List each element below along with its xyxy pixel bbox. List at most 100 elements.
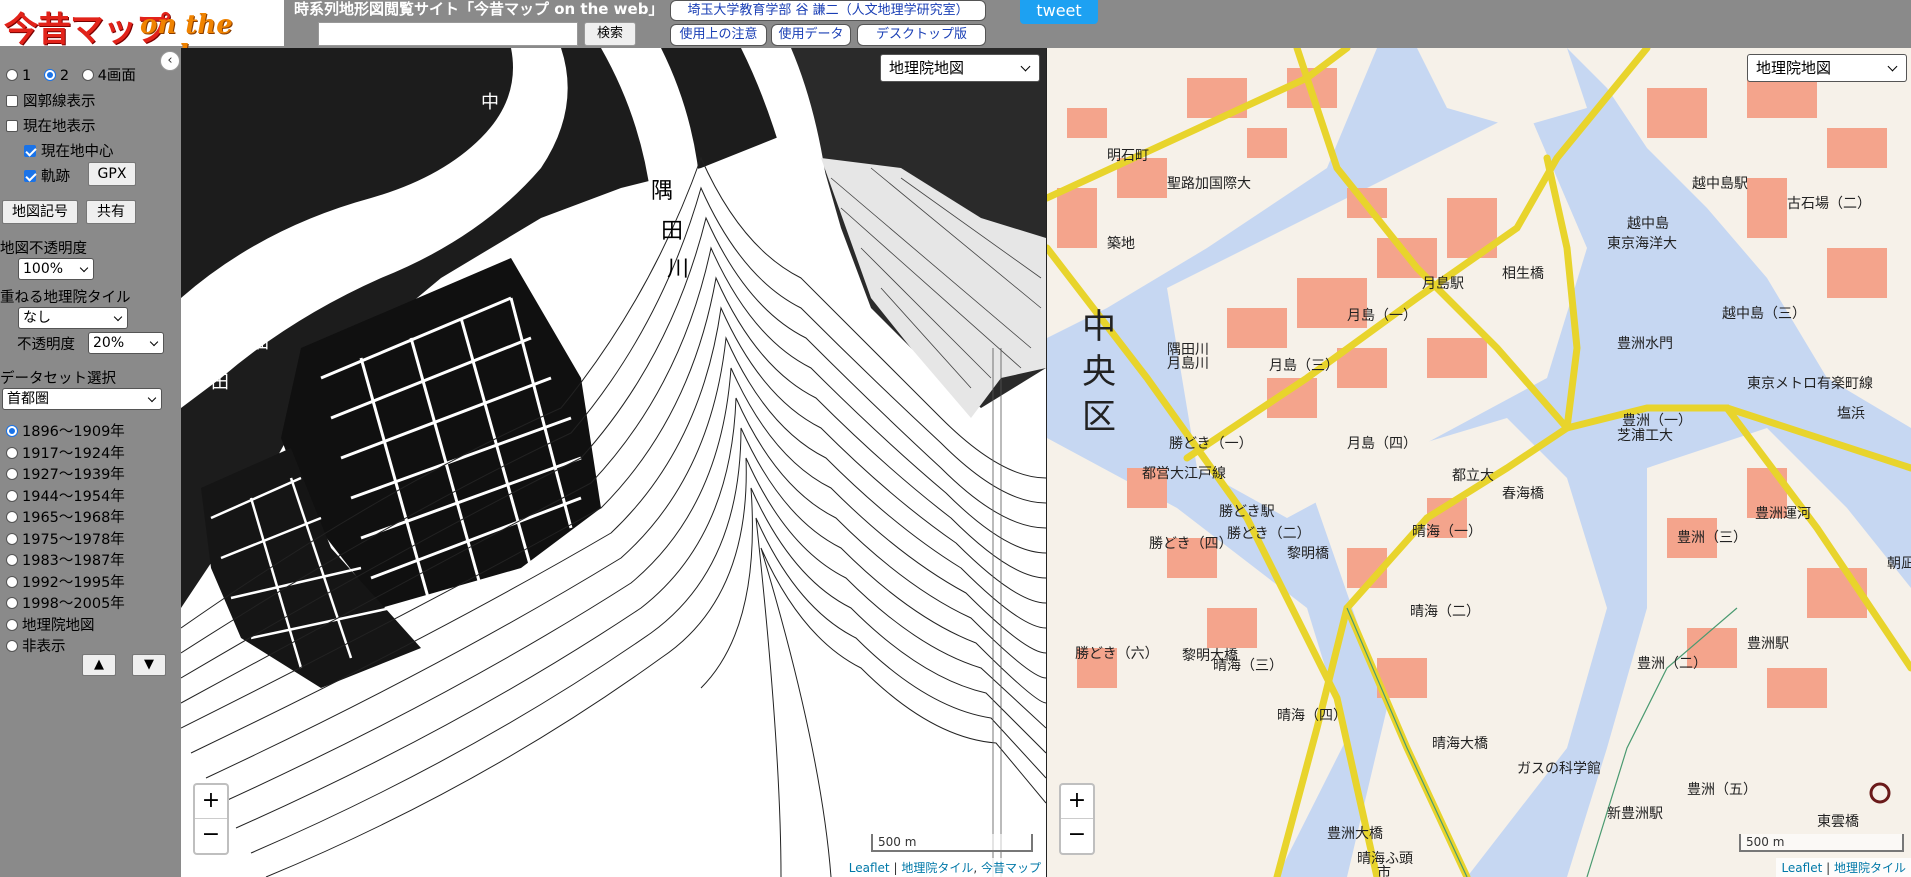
period-option[interactable]: 1944〜1954年: [6, 485, 125, 506]
gsi-place-label: 豊洲大橋: [1327, 826, 1383, 842]
move-down-button[interactable]: ▼: [132, 654, 166, 676]
map-opacity-select[interactable]: 100%: [18, 258, 94, 280]
move-up-button[interactable]: ▲: [82, 654, 116, 676]
gsi-place-label: 越中島駅: [1692, 176, 1748, 192]
site-title: 時系列地形図閲覧サイト「今昔マップ on the web」: [294, 0, 664, 18]
map-right-gsi[interactable]: 中 央 区 明石町 聖路加国際大 築地 隅田川 月島駅 月島（一） 月島（三） 月島（四） 勝ど…: [1047, 48, 1911, 877]
period-label: 1983〜1987年: [22, 553, 125, 569]
dataset-select[interactable]: 首都圏: [2, 388, 162, 410]
track-label: 軌跡: [41, 169, 70, 185]
radio-icon: [6, 618, 18, 631]
period-option[interactable]: 1927〜1939年: [6, 463, 125, 484]
period-label: 1998〜2005年: [22, 596, 125, 612]
ward-label-chuo: 区: [1082, 397, 1116, 437]
search-button[interactable]: 検索: [584, 22, 636, 46]
period-label: 1944〜1954年: [22, 488, 125, 505]
gsi-place-label: 勝どき（一）: [1169, 436, 1253, 452]
period-option[interactable]: 1917〜1924年: [6, 442, 125, 463]
gsi-tile-link[interactable]: 地理院タイル: [1834, 861, 1906, 875]
period-option[interactable]: 非表示: [6, 635, 66, 656]
period-option[interactable]: 1975〜1978年: [6, 528, 125, 549]
gsi-place-label: 都立大: [1452, 468, 1494, 484]
gsi-place-label: 豊洲（三）: [1677, 530, 1747, 546]
leaflet-link[interactable]: Leaflet: [1781, 861, 1822, 875]
overlay-tile-label: 重ねる地理院タイル: [0, 290, 131, 306]
share-button[interactable]: 共有: [86, 200, 136, 224]
tweet-button[interactable]: tweet: [1020, 0, 1098, 24]
right-attribution: Leaflet | 地理院タイル: [1776, 858, 1911, 877]
gsi-place-label: 東京海洋大: [1607, 236, 1677, 252]
gsi-place-label: 聖路加国際大: [1167, 176, 1251, 192]
gsi-place-label: 晴海（二）: [1410, 604, 1480, 620]
grid-lines-toggle[interactable]: 図郭線表示: [6, 90, 96, 111]
radio-icon: [6, 69, 18, 81]
old-map-label: 川: [667, 257, 689, 282]
gsi-place-label: 勝どき（四）: [1149, 536, 1233, 552]
gsi-place-label: 黎明大橋: [1182, 648, 1238, 664]
leaflet-link[interactable]: Leaflet: [849, 861, 890, 875]
screen-count-group: 1 2 4画面: [6, 64, 136, 85]
gsi-place-label: 都営大江戸線: [1142, 466, 1226, 482]
map-legend-button[interactable]: 地図記号: [2, 200, 78, 224]
overlay-opacity-select[interactable]: 20%: [88, 332, 164, 354]
old-map-label: 島: [501, 142, 519, 163]
right-zoom-in-button[interactable]: +: [1061, 785, 1093, 819]
old-map-label: 田: [211, 372, 229, 393]
period-label: 地理院地図: [22, 617, 95, 634]
radio-icon: [6, 468, 18, 480]
screen-option-4[interactable]: 4画面: [81, 68, 136, 84]
screen-option-2[interactable]: 2: [43, 68, 70, 84]
gsi-place-label: 晴海（一）: [1412, 524, 1482, 540]
period-label: 非表示: [22, 639, 66, 655]
right-map-layer-select[interactable]: 地理院地図: [1747, 54, 1907, 82]
center-location-toggle[interactable]: 現在地中心: [24, 140, 114, 161]
period-option[interactable]: 1992〜1995年: [6, 571, 125, 592]
radio-icon: [6, 597, 18, 609]
old-map-label: 田: [661, 219, 683, 244]
period-option[interactable]: 1896〜1909年: [6, 420, 125, 441]
current-location-toggle[interactable]: 現在地表示: [6, 115, 96, 136]
overlay-tile-select[interactable]: なし: [18, 307, 128, 329]
gsi-place-label: 豊洲水門: [1617, 336, 1673, 352]
map-left-old-topo[interactable]: 隅 田 川 中 島 佃 田 地理院地図 + − 500 m Leaflet | …: [181, 48, 1046, 877]
screen-option-label: 2: [59, 68, 70, 84]
usage-notes-button[interactable]: 使用上の注意: [670, 24, 767, 46]
period-option[interactable]: 1998〜2005年: [6, 592, 125, 613]
gsi-place-label: 新豊洲駅: [1607, 806, 1663, 822]
gsi-place-label: 勝どき（二）: [1227, 526, 1311, 542]
checkbox-checked-icon: [24, 145, 36, 157]
gsi-place-label: 晴海大橋: [1432, 736, 1488, 752]
left-zoom-in-button[interactable]: +: [195, 785, 227, 819]
gsi-map-canvas: 中 央 区 明石町聖路加国際大築地隅田川月島駅月島（一）月島（三）月島（四）勝ど…: [1047, 48, 1911, 877]
track-toggle[interactable]: 軌跡: [24, 165, 70, 186]
gsi-place-label: 月島（三）: [1269, 358, 1339, 374]
gsi-place-label: 黎明橋: [1287, 546, 1329, 562]
collapse-sidebar-button[interactable]: ‹: [160, 51, 180, 71]
desktop-version-button[interactable]: デスクトップ版: [857, 24, 986, 46]
gpx-button[interactable]: GPX: [88, 162, 136, 186]
old-map-label: 中: [481, 92, 499, 113]
screen-option-1[interactable]: 1: [6, 68, 31, 84]
period-option[interactable]: 1983〜1987年: [6, 549, 125, 570]
period-option[interactable]: 地理院地図: [6, 614, 95, 635]
left-map-layer-select[interactable]: 地理院地図: [880, 54, 1040, 82]
affiliation-link[interactable]: 埼玉大学教育学部 谷 謙二（人文地理学研究室）: [670, 0, 986, 21]
dataset-label: データセット選択: [0, 371, 116, 387]
period-option[interactable]: 1965〜1968年: [6, 506, 125, 527]
old-map-label: 佃: [251, 332, 269, 353]
gsi-place-label: 勝どき（六）: [1075, 646, 1159, 662]
logo[interactable]: 今昔マップ on the web: [0, 0, 284, 70]
gsi-tile-link[interactable]: 地理院タイル: [901, 861, 973, 875]
right-zoom-out-button[interactable]: −: [1061, 819, 1093, 853]
gsi-place-label: 月島（四）: [1347, 436, 1417, 452]
left-attribution: Leaflet | 地理院タイル, 今昔マップ: [843, 858, 1046, 877]
search-input[interactable]: [318, 22, 578, 46]
gsi-place-label: 月島（一）: [1347, 308, 1417, 324]
old-map-label: 隅: [651, 179, 673, 204]
gsi-place-label: 春海橋: [1502, 486, 1544, 502]
radio-selected-icon: [43, 69, 56, 81]
left-zoom-out-button[interactable]: −: [195, 819, 227, 853]
konjaku-link[interactable]: 今昔マップ: [981, 861, 1041, 875]
data-used-button[interactable]: 使用データ: [771, 24, 851, 46]
checkbox-icon: [6, 120, 18, 132]
